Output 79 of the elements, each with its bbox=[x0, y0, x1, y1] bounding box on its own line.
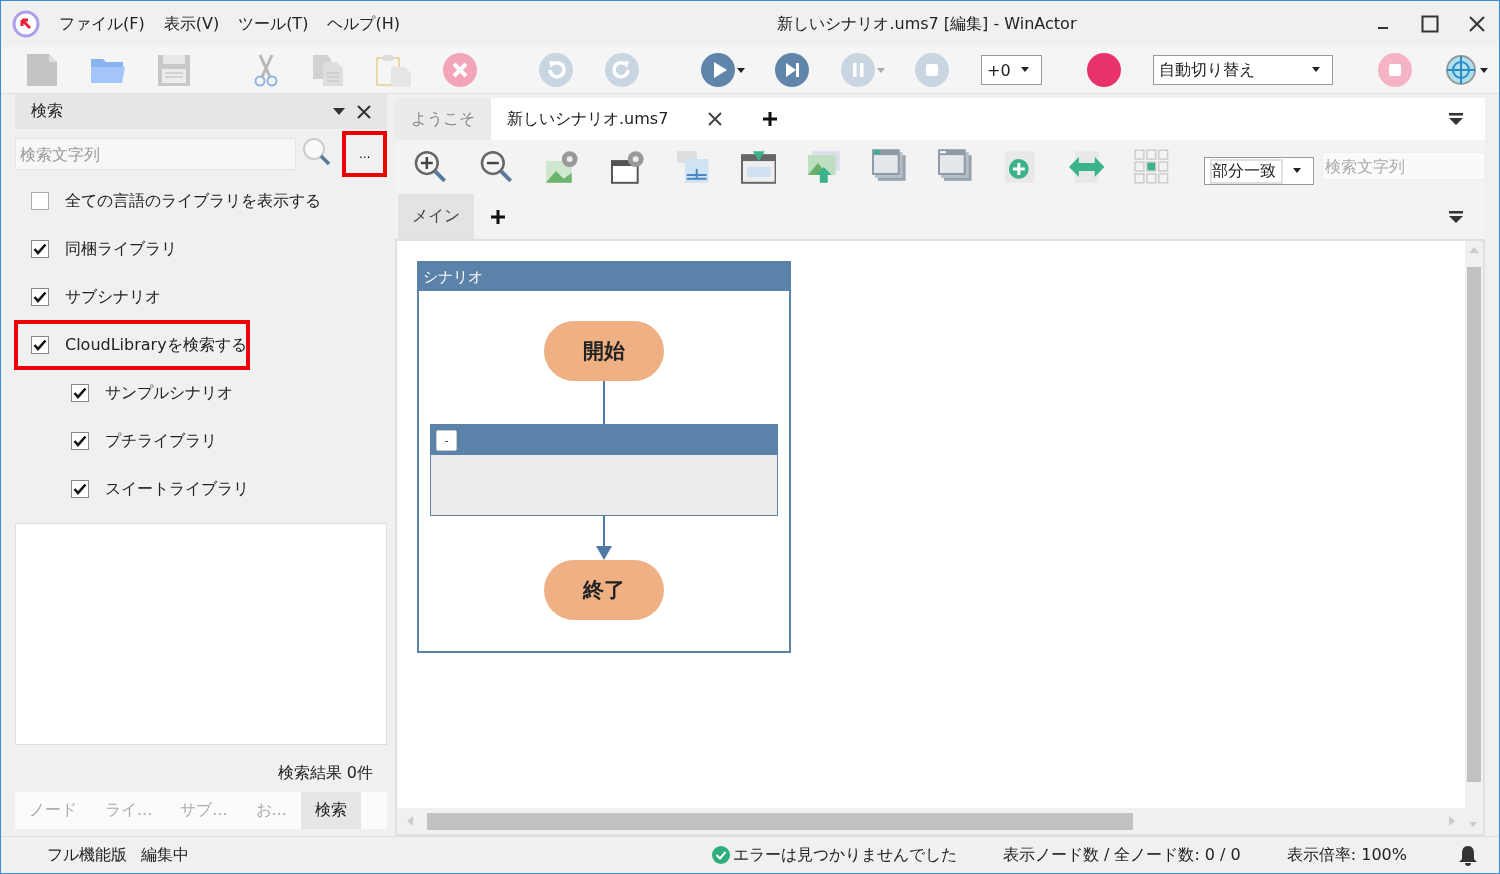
record-mode-combo[interactable]: 自動切り替え bbox=[1152, 55, 1333, 85]
maximize-icon[interactable] bbox=[1421, 15, 1439, 33]
option-label: 同梱ライブラリ bbox=[65, 238, 177, 260]
horizontal-scrollbar[interactable] bbox=[397, 808, 1465, 834]
checkbox[interactable] bbox=[71, 480, 89, 498]
step-icon[interactable] bbox=[775, 53, 811, 87]
search-field[interactable]: 検索文字列 bbox=[1321, 152, 1485, 180]
checkbox[interactable] bbox=[71, 432, 89, 450]
image-settings-icon[interactable] bbox=[544, 149, 580, 185]
caret-down-icon bbox=[737, 67, 745, 73]
result-count: 検索結果 0件 bbox=[276, 762, 374, 784]
more-button[interactable]: … bbox=[342, 131, 387, 177]
sheet-tab[interactable]: メイン bbox=[398, 194, 474, 239]
scroll-left-icon bbox=[407, 816, 413, 826]
plus-icon[interactable] bbox=[762, 111, 779, 127]
flow-arrow bbox=[596, 516, 612, 560]
panel-tab[interactable]: 検索 bbox=[300, 792, 361, 829]
scroll-down-icon bbox=[1469, 822, 1479, 828]
checkbox[interactable] bbox=[71, 384, 89, 402]
menu-item[interactable]: 表示(V) bbox=[163, 13, 220, 35]
form-icon[interactable] bbox=[675, 149, 711, 185]
collapse-button[interactable]: - bbox=[436, 429, 457, 451]
option-label: プチライブラリ bbox=[105, 430, 217, 452]
overflow-menu-icon[interactable] bbox=[1449, 113, 1463, 125]
checkbox[interactable] bbox=[31, 336, 49, 354]
caret-down-icon bbox=[1020, 67, 1031, 73]
menu-item[interactable]: ツール(T) bbox=[238, 13, 309, 35]
bell-icon[interactable] bbox=[1457, 844, 1479, 866]
caret-down-icon bbox=[877, 67, 885, 73]
image-upload-icon[interactable] bbox=[806, 149, 843, 185]
record-icon[interactable] bbox=[1086, 53, 1123, 87]
checkbox[interactable] bbox=[31, 288, 49, 306]
swap-arrows-icon[interactable] bbox=[1068, 149, 1105, 185]
speed-combo[interactable]: +0 bbox=[981, 55, 1042, 85]
terminal-node[interactable]: 終了 bbox=[544, 560, 664, 620]
vertical-scrollbar[interactable] bbox=[1465, 241, 1483, 834]
terminal-node[interactable]: 開始 bbox=[544, 321, 664, 381]
scenario-title: シナリオ bbox=[419, 263, 789, 291]
option-label: サブシナリオ bbox=[65, 286, 161, 308]
zoom-in-icon[interactable] bbox=[413, 149, 449, 185]
option-label: 全ての言語のライブラリを表示する bbox=[65, 190, 321, 212]
zoom-out-icon[interactable] bbox=[478, 149, 515, 185]
close-icon[interactable] bbox=[1469, 16, 1485, 32]
search-icon[interactable] bbox=[302, 137, 333, 167]
mode-label: 編集中 bbox=[141, 844, 189, 866]
check-circle-icon bbox=[711, 846, 730, 864]
node-count: 表示ノード数 / 全ノード数: 0 / 0 bbox=[1002, 844, 1241, 866]
window-title: 新しいシナリオ.ums7 [編集] - WinActor bbox=[776, 13, 1078, 35]
scroll-up-icon bbox=[1469, 247, 1479, 253]
panel-title: 検索 bbox=[31, 101, 64, 122]
menu-item[interactable]: ヘルプ(H) bbox=[327, 13, 400, 35]
match-mode-combo[interactable]: 部分一致 bbox=[1203, 157, 1314, 185]
close-icon[interactable] bbox=[357, 104, 371, 119]
zoom-level: 表示倍率: 100% bbox=[1286, 844, 1407, 866]
option-label: サンプルシナリオ bbox=[105, 382, 233, 404]
connector-line bbox=[602, 381, 606, 424]
option-label: スイートライブラリ bbox=[105, 478, 249, 500]
option-label: CloudLibraryを検索する bbox=[65, 334, 247, 356]
caret-down-icon bbox=[1311, 67, 1322, 73]
edition-label: フル機能版 bbox=[47, 844, 127, 866]
group-node[interactable]: - bbox=[430, 424, 778, 516]
check-status: エラーは見つかりませんでした bbox=[732, 844, 957, 866]
search-field[interactable]: 検索文字列 bbox=[15, 138, 297, 170]
play-icon[interactable] bbox=[701, 53, 737, 87]
caret-down-icon[interactable] bbox=[333, 108, 345, 115]
plus-icon[interactable] bbox=[490, 208, 506, 225]
app-logo-icon bbox=[11, 9, 41, 39]
grid-icon[interactable] bbox=[1134, 149, 1170, 185]
window-settings-icon[interactable] bbox=[609, 149, 646, 185]
scroll-right-icon bbox=[1449, 816, 1455, 826]
caret-down-icon bbox=[1292, 168, 1303, 174]
window-download-icon[interactable] bbox=[740, 149, 777, 185]
overflow-menu-icon[interactable] bbox=[1449, 210, 1463, 223]
caret-down-icon bbox=[1479, 67, 1488, 73]
menu-item[interactable]: ファイル(F) bbox=[59, 13, 145, 35]
checkbox[interactable] bbox=[31, 240, 49, 258]
checkbox[interactable] bbox=[31, 192, 49, 210]
delete-icon[interactable] bbox=[443, 53, 479, 87]
close-tab-icon[interactable] bbox=[708, 112, 723, 126]
